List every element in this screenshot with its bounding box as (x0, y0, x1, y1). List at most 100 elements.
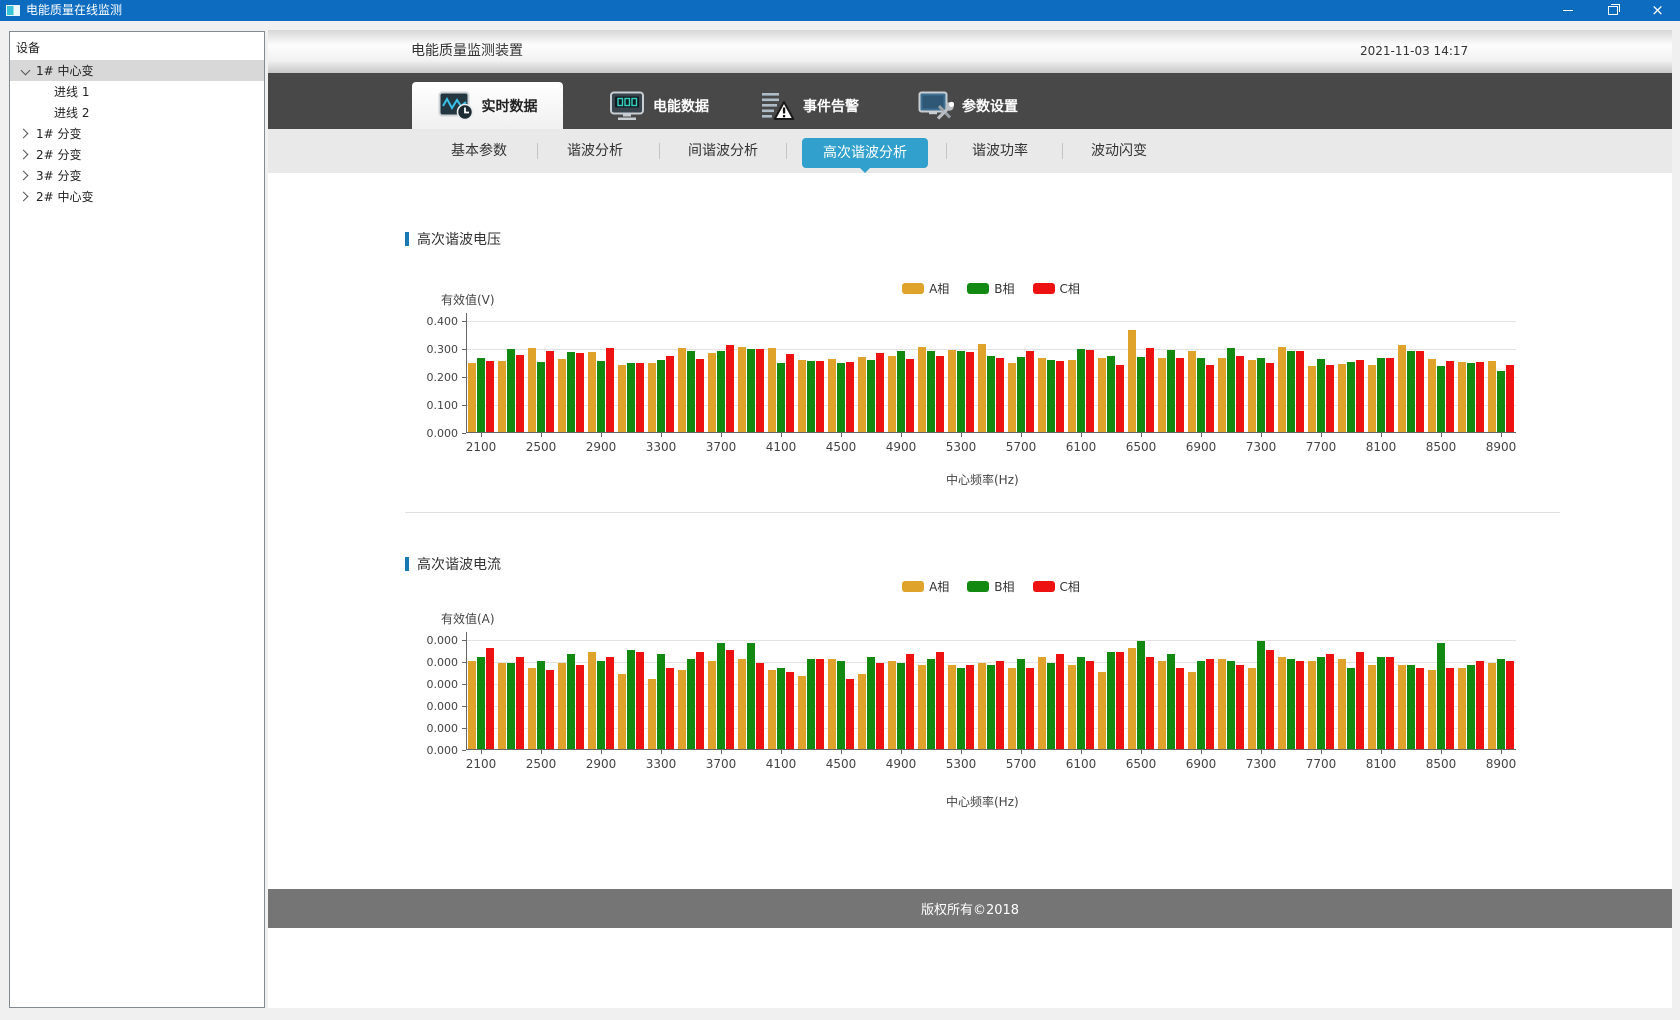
tree-item-6[interactable]: 3# 分变 (10, 165, 264, 186)
bar-C相 (816, 361, 824, 432)
tree-item-4[interactable]: 1# 分变 (10, 123, 264, 144)
bar-B相 (1077, 349, 1085, 432)
bar-A相 (1038, 358, 1046, 432)
bar-B相 (1107, 652, 1115, 749)
bar-C相 (666, 356, 674, 432)
bar-A相 (798, 676, 806, 749)
restore-button[interactable] (1590, 0, 1635, 21)
bar-B相 (567, 352, 575, 432)
tab-参数设置[interactable]: 参数设置 (903, 82, 1033, 129)
bar-C相 (1026, 668, 1034, 749)
bar-C相 (1296, 661, 1304, 749)
x-tick-label: 3700 (706, 757, 737, 771)
datetime-label: 2021-11-03 14:17 (1360, 30, 1468, 73)
tree-item-3[interactable]: 进线 2 (10, 102, 264, 123)
legend-item-A相[interactable]: A相 (902, 578, 949, 595)
bar-A相 (978, 663, 986, 749)
bar-A相 (1068, 360, 1076, 432)
legend-swatch-icon (902, 581, 924, 592)
bar-B相 (1197, 661, 1205, 749)
bar-A相 (1368, 665, 1376, 749)
x-tick (541, 750, 542, 754)
y-tick (462, 433, 466, 434)
subtab-谐波分析[interactable]: 谐波分析 (567, 129, 623, 173)
bar-C相 (546, 670, 554, 749)
tree-item-label: 2# 分变 (36, 146, 82, 163)
gridline (466, 349, 1516, 350)
y-axis-line (466, 632, 467, 750)
chart-legend: A相 B相 C相 (466, 280, 1516, 297)
subtab-divider (786, 143, 787, 159)
bar-B相 (717, 351, 725, 432)
bar-A相 (828, 359, 836, 432)
minimize-button[interactable] (1545, 0, 1590, 21)
chart-title: 高次谐波电压 (417, 229, 501, 249)
x-tick-label: 6500 (1126, 440, 1157, 454)
tab-事件告警[interactable]: 事件告警 (744, 82, 874, 129)
chevron-right-icon[interactable] (19, 192, 29, 202)
subtab-波动闪变[interactable]: 波动闪变 (1091, 129, 1147, 173)
chevron-down-icon[interactable] (21, 66, 31, 76)
tab-电能数据[interactable]: 电能数据 (594, 82, 724, 129)
tab-实时数据[interactable]: 实时数据 (412, 82, 563, 129)
bar-B相 (1317, 657, 1325, 749)
bar-A相 (1038, 657, 1046, 749)
bar-C相 (516, 355, 524, 432)
bar-B相 (1377, 358, 1385, 432)
subtab-谐波功率[interactable]: 谐波功率 (972, 129, 1028, 173)
bar-C相 (1056, 361, 1064, 432)
legend-item-B相[interactable]: B相 (967, 280, 1014, 297)
bar-C相 (906, 654, 914, 749)
x-tick (961, 750, 962, 754)
x-tick-label: 7700 (1306, 757, 1337, 771)
bar-A相 (678, 670, 686, 749)
bar-B相 (927, 659, 935, 749)
tab-label: 电能数据 (653, 96, 709, 116)
x-tick (1081, 750, 1082, 754)
tree-item-label: 进线 2 (54, 104, 89, 121)
legend-item-C相[interactable]: C相 (1033, 280, 1080, 297)
chevron-right-icon[interactable] (19, 171, 29, 181)
legend-item-C相[interactable]: C相 (1033, 578, 1080, 595)
subtab-divider (946, 143, 947, 159)
x-tick-label: 2900 (586, 757, 617, 771)
y-tick-label: 0.200 (388, 371, 458, 384)
tab-label: 事件告警 (803, 96, 859, 116)
bar-A相 (1278, 657, 1286, 749)
bar-A相 (1488, 361, 1496, 432)
chevron-right-icon[interactable] (19, 150, 29, 160)
tree-item-5[interactable]: 2# 分变 (10, 144, 264, 165)
subtab-基本参数[interactable]: 基本参数 (451, 129, 507, 173)
subtab-间谐波分析[interactable]: 间谐波分析 (688, 129, 758, 173)
bar-A相 (468, 363, 476, 432)
bar-A相 (1248, 668, 1256, 749)
tree-item-1[interactable]: 1# 中心变 (10, 60, 264, 81)
bar-A相 (1458, 362, 1466, 432)
close-button[interactable]: × (1635, 0, 1680, 21)
bar-B相 (1497, 659, 1505, 749)
bar-C相 (786, 672, 794, 749)
bar-B相 (537, 362, 545, 432)
bar-C相 (546, 351, 554, 432)
x-tick-label: 2100 (466, 757, 497, 771)
bar-B相 (747, 643, 755, 749)
x-tick-label: 5300 (946, 440, 977, 454)
x-tick-label: 3300 (646, 757, 677, 771)
chevron-right-icon[interactable] (19, 129, 29, 139)
bar-A相 (1008, 668, 1016, 749)
bar-C相 (576, 353, 584, 432)
gridline (466, 321, 1516, 322)
x-tick (721, 433, 722, 437)
bar-B相 (897, 351, 905, 432)
tree-item-2[interactable]: 进线 1 (10, 81, 264, 102)
bar-C相 (876, 353, 884, 432)
x-tick (841, 750, 842, 754)
subtab-高次谐波分析[interactable]: 高次谐波分析 (802, 138, 928, 168)
tree-item-7[interactable]: 2# 中心变 (10, 186, 264, 207)
legend-item-B相[interactable]: B相 (967, 578, 1014, 595)
bar-C相 (996, 358, 1004, 432)
y-tick-label: 0.300 (388, 343, 458, 356)
bar-C相 (1506, 661, 1514, 749)
bar-A相 (948, 350, 956, 432)
legend-item-A相[interactable]: A相 (902, 280, 949, 297)
